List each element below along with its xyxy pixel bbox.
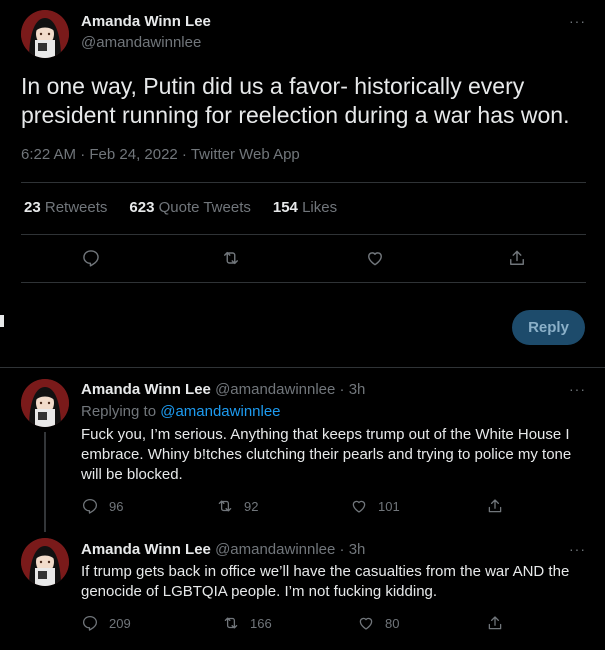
divider bbox=[21, 282, 586, 283]
quotes-stat[interactable]: 623 Quote Tweets bbox=[129, 199, 250, 216]
reply-text: Fuck you, I’m serious. Anything that kee… bbox=[81, 426, 572, 483]
like-count: 80 bbox=[385, 615, 400, 631]
retweet-action[interactable]: 166 bbox=[222, 614, 272, 632]
author-handle-time[interactable]: @amandawinnlee · 3h bbox=[215, 381, 365, 398]
likes-stat[interactable]: 154 Likes bbox=[273, 199, 337, 216]
replying-to-link[interactable]: @amandawinnlee bbox=[160, 403, 280, 420]
retweet-count: 166 bbox=[250, 615, 272, 631]
like-icon[interactable] bbox=[365, 248, 385, 273]
scroll-edge-mark bbox=[0, 315, 4, 327]
reply-count: 96 bbox=[109, 498, 124, 514]
reply-header: Amanda Winn Lee @amandawinnlee · 3h bbox=[81, 541, 365, 558]
retweets-stat[interactable]: 23 Retweets bbox=[24, 199, 107, 216]
replying-to: Replying to @amandawinnlee bbox=[81, 403, 281, 420]
reply-action[interactable]: 209 bbox=[81, 614, 131, 632]
more-icon[interactable]: ··· bbox=[569, 14, 586, 28]
more-icon[interactable]: ··· bbox=[569, 382, 586, 396]
divider bbox=[21, 234, 586, 235]
divider bbox=[21, 182, 586, 183]
tweet-stats: 23 Retweets 623 Quote Tweets 154 Likes bbox=[24, 199, 337, 216]
reply-header: Amanda Winn Lee @amandawinnlee · 3h bbox=[81, 381, 365, 398]
author-handle[interactable]: @amandawinnlee bbox=[81, 34, 201, 51]
author-name[interactable]: Amanda Winn Lee bbox=[81, 541, 211, 558]
tweet-text: In one way, Putin did us a favor- histor… bbox=[21, 73, 570, 128]
reply-button[interactable]: Reply bbox=[512, 310, 585, 345]
thread-line bbox=[44, 432, 46, 532]
avatar[interactable] bbox=[21, 538, 69, 586]
divider bbox=[0, 367, 605, 368]
reply-text: If trump gets back in office we’ll have … bbox=[81, 563, 570, 600]
author-name[interactable]: Amanda Winn Lee bbox=[81, 13, 211, 30]
retweet-action[interactable]: 92 bbox=[216, 497, 258, 515]
retweet-icon[interactable] bbox=[221, 248, 241, 273]
share-icon[interactable] bbox=[486, 497, 504, 515]
tweet-timestamp[interactable]: 6:22 AM · Feb 24, 2022 · Twitter Web App bbox=[21, 146, 300, 163]
like-action[interactable]: 80 bbox=[357, 614, 399, 632]
more-icon[interactable]: ··· bbox=[569, 542, 586, 556]
share-icon[interactable] bbox=[486, 614, 504, 632]
retweet-count: 92 bbox=[244, 498, 259, 514]
like-count: 101 bbox=[378, 498, 400, 514]
avatar[interactable] bbox=[21, 10, 69, 58]
tweet-actions bbox=[21, 236, 586, 282]
author-name[interactable]: Amanda Winn Lee bbox=[81, 381, 211, 398]
reply-icon[interactable] bbox=[81, 248, 101, 273]
reply-action[interactable]: 96 bbox=[81, 497, 123, 515]
like-action[interactable]: 101 bbox=[350, 497, 400, 515]
author-handle-time[interactable]: @amandawinnlee · 3h bbox=[215, 541, 365, 558]
share-icon[interactable] bbox=[507, 248, 527, 273]
avatar[interactable] bbox=[21, 379, 69, 427]
reply-count: 209 bbox=[109, 615, 131, 631]
